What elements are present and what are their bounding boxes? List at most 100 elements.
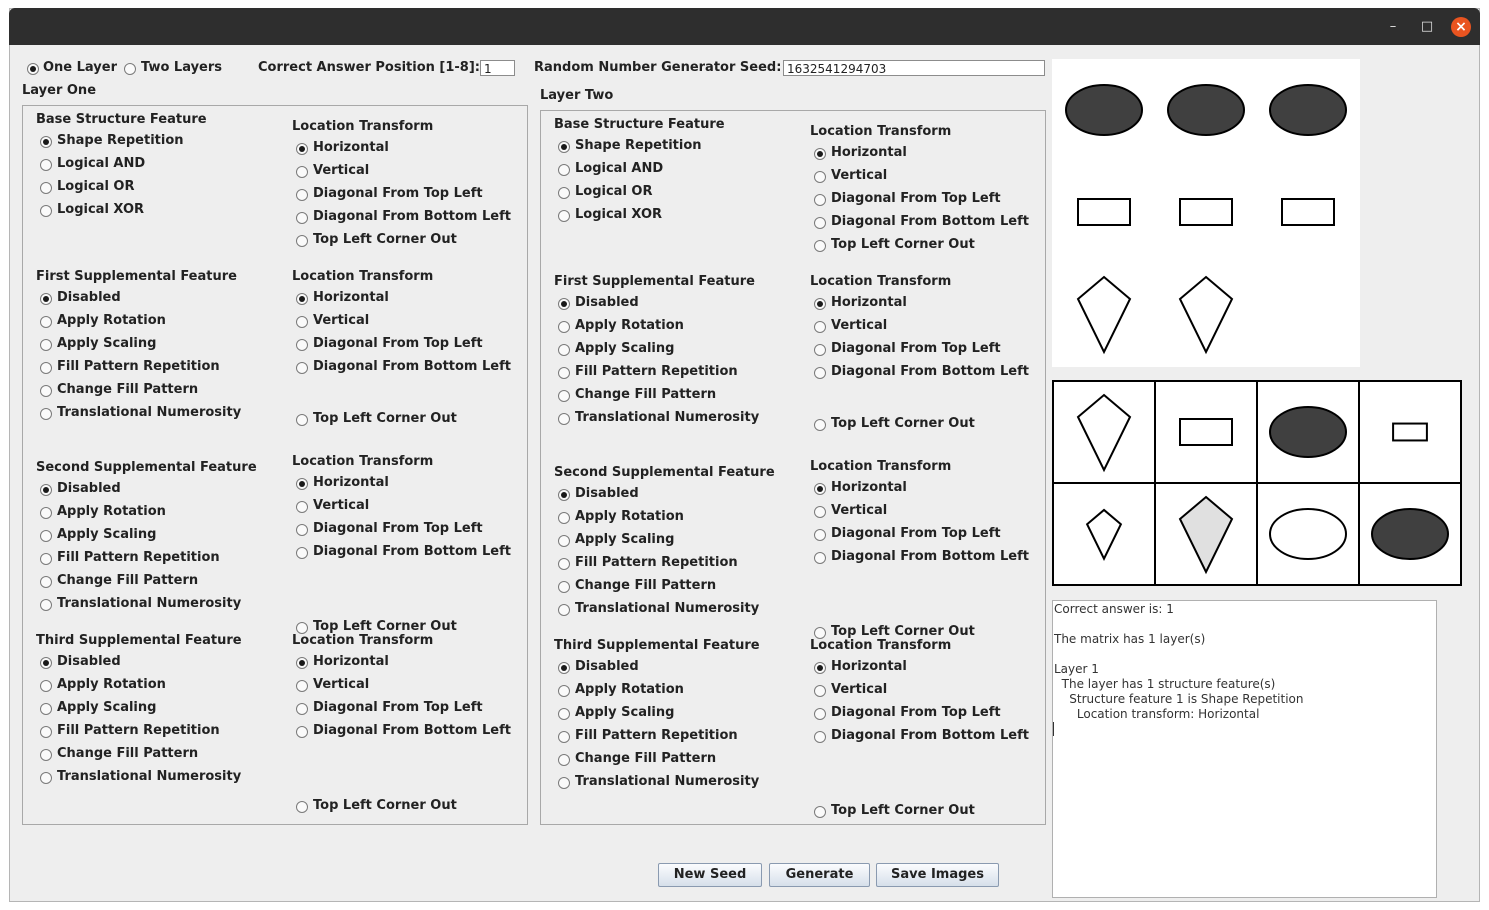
transform-radio-diagonal-from-top-left[interactable] <box>814 708 826 720</box>
transform-option-label[interactable]: Diagonal From Top Left <box>313 186 483 201</box>
transform-option-label[interactable]: Diagonal From Bottom Left <box>313 209 511 224</box>
transform-radio-top-left-corner-out[interactable] <box>814 240 826 252</box>
transform-radio-top-left-corner-out[interactable] <box>296 235 308 247</box>
transform-option-label[interactable]: Top Left Corner Out <box>313 411 457 426</box>
transform-option-label[interactable]: Horizontal <box>313 475 389 490</box>
feature-option-label[interactable]: Apply Scaling <box>57 700 156 715</box>
transform-option-label[interactable]: Top Left Corner Out <box>831 237 975 252</box>
feature-radio-change-fill-pattern[interactable] <box>558 581 570 593</box>
transform-option-label[interactable]: Horizontal <box>831 295 907 310</box>
transform-option-label[interactable]: Horizontal <box>831 145 907 160</box>
transform-option-label[interactable]: Top Left Corner Out <box>831 624 975 639</box>
close-button[interactable]: × <box>1451 17 1471 37</box>
transform-radio-diagonal-from-bottom-left[interactable] <box>296 212 308 224</box>
feature-radio-logical-xor[interactable] <box>40 205 52 217</box>
feature-radio-logical-or[interactable] <box>40 182 52 194</box>
transform-radio-horizontal[interactable] <box>814 662 826 674</box>
transform-option-label[interactable]: Horizontal <box>831 659 907 674</box>
transform-option-label[interactable]: Top Left Corner Out <box>831 803 975 818</box>
feature-radio-apply-rotation[interactable] <box>558 321 570 333</box>
feature-option-label[interactable]: Translational Numerosity <box>575 601 759 616</box>
transform-radio-diagonal-from-bottom-left[interactable] <box>814 217 826 229</box>
transform-option-label[interactable]: Horizontal <box>313 290 389 305</box>
two-layers-label[interactable]: Two Layers <box>141 60 222 75</box>
feature-option-label[interactable]: Shape Repetition <box>57 133 184 148</box>
output-text-area[interactable]: Correct answer is: 1 The matrix has 1 lay… <box>1052 600 1437 898</box>
transform-option-label[interactable]: Diagonal From Bottom Left <box>313 544 511 559</box>
feature-option-label[interactable]: Disabled <box>57 290 121 305</box>
feature-option-label[interactable]: Translational Numerosity <box>575 410 759 425</box>
feature-radio-disabled[interactable] <box>558 489 570 501</box>
feature-option-label[interactable]: Change Fill Pattern <box>57 746 198 761</box>
transform-option-label[interactable]: Vertical <box>313 498 369 513</box>
transform-option-label[interactable]: Top Left Corner Out <box>831 416 975 431</box>
feature-option-label[interactable]: Change Fill Pattern <box>575 751 716 766</box>
feature-option-label[interactable]: Apply Scaling <box>575 532 674 547</box>
transform-option-label[interactable]: Diagonal From Bottom Left <box>831 549 1029 564</box>
feature-option-label[interactable]: Logical AND <box>575 161 663 176</box>
transform-option-label[interactable]: Top Left Corner Out <box>313 619 457 634</box>
feature-option-label[interactable]: Change Fill Pattern <box>575 387 716 402</box>
feature-option-label[interactable]: Change Fill Pattern <box>575 578 716 593</box>
feature-radio-fill-pattern-repetition[interactable] <box>40 362 52 374</box>
transform-radio-vertical[interactable] <box>814 171 826 183</box>
feature-radio-disabled[interactable] <box>558 298 570 310</box>
feature-radio-apply-scaling[interactable] <box>40 339 52 351</box>
transform-option-label[interactable]: Vertical <box>831 503 887 518</box>
feature-radio-apply-rotation[interactable] <box>40 507 52 519</box>
feature-option-label[interactable]: Fill Pattern Repetition <box>57 550 220 565</box>
feature-radio-change-fill-pattern[interactable] <box>558 390 570 402</box>
transform-option-label[interactable]: Diagonal From Top Left <box>313 521 483 536</box>
transform-option-label[interactable]: Vertical <box>313 677 369 692</box>
feature-radio-change-fill-pattern[interactable] <box>558 754 570 766</box>
save-images-button[interactable]: Save Images <box>876 863 999 887</box>
one-layer-label[interactable]: One Layer <box>43 60 117 75</box>
transform-option-label[interactable]: Diagonal From Bottom Left <box>831 364 1029 379</box>
feature-radio-logical-and[interactable] <box>558 164 570 176</box>
transform-radio-top-left-corner-out[interactable] <box>814 419 826 431</box>
feature-radio-translational-numerosity[interactable] <box>40 599 52 611</box>
feature-radio-translational-numerosity[interactable] <box>558 413 570 425</box>
feature-option-label[interactable]: Apply Scaling <box>57 336 156 351</box>
transform-option-label[interactable]: Diagonal From Top Left <box>313 336 483 351</box>
feature-option-label[interactable]: Fill Pattern Repetition <box>575 555 738 570</box>
feature-radio-disabled[interactable] <box>558 662 570 674</box>
transform-option-label[interactable]: Vertical <box>313 163 369 178</box>
transform-radio-diagonal-from-top-left[interactable] <box>296 524 308 536</box>
transform-option-label[interactable]: Horizontal <box>313 654 389 669</box>
feature-option-label[interactable]: Apply Rotation <box>575 509 684 524</box>
transform-radio-horizontal[interactable] <box>296 478 308 490</box>
feature-radio-translational-numerosity[interactable] <box>40 772 52 784</box>
transform-radio-diagonal-from-bottom-left[interactable] <box>296 726 308 738</box>
feature-option-label[interactable]: Logical OR <box>57 179 135 194</box>
correct-answer-field[interactable]: 1 <box>480 60 515 76</box>
transform-option-label[interactable]: Vertical <box>831 682 887 697</box>
transform-radio-horizontal[interactable] <box>814 298 826 310</box>
feature-radio-translational-numerosity[interactable] <box>558 604 570 616</box>
transform-option-label[interactable]: Vertical <box>831 318 887 333</box>
seed-field[interactable]: 1632541294703 <box>783 60 1045 76</box>
feature-radio-change-fill-pattern[interactable] <box>40 576 52 588</box>
feature-radio-change-fill-pattern[interactable] <box>40 749 52 761</box>
transform-radio-diagonal-from-bottom-left[interactable] <box>296 362 308 374</box>
one-layer-radio[interactable] <box>27 63 39 75</box>
transform-option-label[interactable]: Diagonal From Bottom Left <box>831 728 1029 743</box>
feature-radio-translational-numerosity[interactable] <box>40 408 52 420</box>
feature-option-label[interactable]: Disabled <box>575 486 639 501</box>
feature-option-label[interactable]: Fill Pattern Repetition <box>57 359 220 374</box>
feature-radio-logical-or[interactable] <box>558 187 570 199</box>
transform-radio-diagonal-from-bottom-left[interactable] <box>814 552 826 564</box>
feature-option-label[interactable]: Shape Repetition <box>575 138 702 153</box>
feature-option-label[interactable]: Fill Pattern Repetition <box>575 364 738 379</box>
transform-option-label[interactable]: Top Left Corner Out <box>313 798 457 813</box>
feature-option-label[interactable]: Translational Numerosity <box>57 596 241 611</box>
transform-radio-diagonal-from-top-left[interactable] <box>296 703 308 715</box>
feature-option-label[interactable]: Apply Rotation <box>57 677 166 692</box>
transform-option-label[interactable]: Diagonal From Bottom Left <box>313 723 511 738</box>
feature-option-label[interactable]: Apply Rotation <box>575 682 684 697</box>
transform-option-label[interactable]: Diagonal From Top Left <box>831 341 1001 356</box>
feature-radio-translational-numerosity[interactable] <box>558 777 570 789</box>
feature-option-label[interactable]: Disabled <box>575 659 639 674</box>
feature-option-label[interactable]: Apply Rotation <box>57 313 166 328</box>
feature-option-label[interactable]: Disabled <box>57 654 121 669</box>
